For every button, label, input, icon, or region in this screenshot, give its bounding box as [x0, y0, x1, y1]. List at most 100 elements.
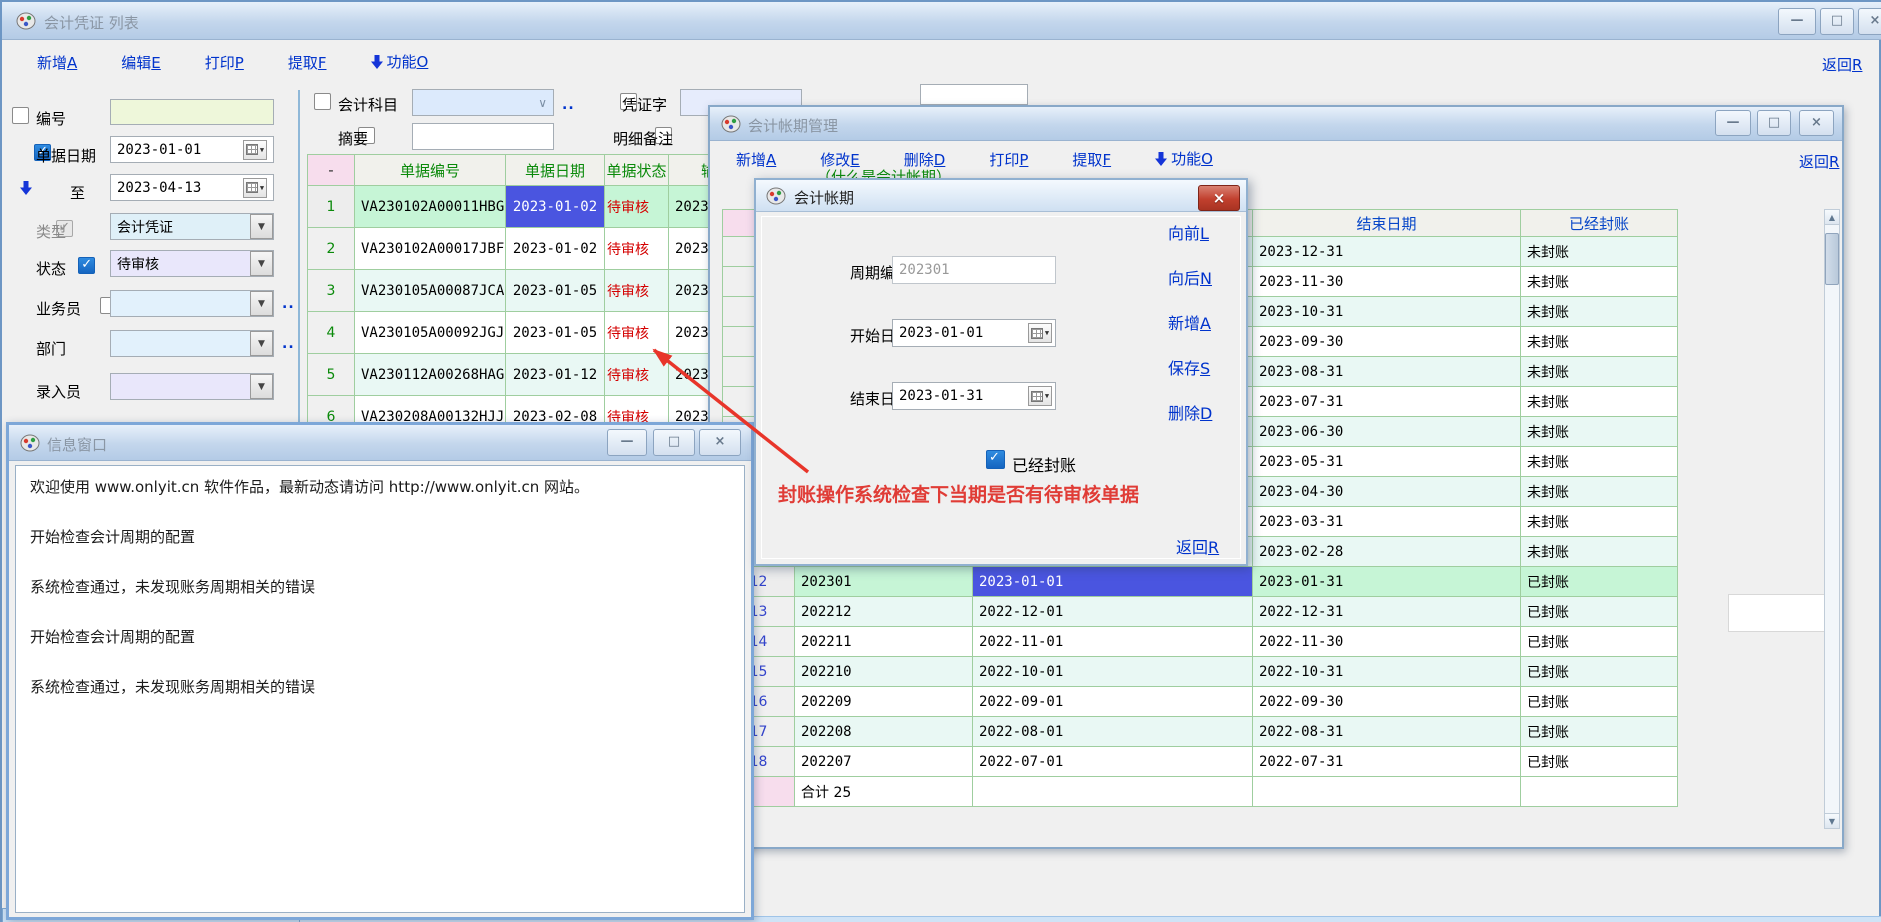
maximize-button[interactable]: □: [653, 429, 695, 456]
dropdown-icon[interactable]: ▼: [250, 374, 273, 399]
dialog-close-button[interactable]: ×: [1198, 185, 1240, 211]
down-arrow-icon: [20, 180, 32, 199]
luruyuan-combo[interactable]: ▼: [110, 373, 274, 400]
period-window-title: 会计帐期管理: [748, 115, 838, 136]
bianhao-label: 编号: [36, 108, 66, 129]
date-from-input[interactable]: 2023-01-01 ▼: [110, 136, 274, 163]
info-line: 开始检查会计周期的配置: [30, 526, 730, 547]
scroll-up-icon[interactable]: ▲: [1825, 210, 1839, 225]
minimize-button[interactable]: —: [1778, 8, 1816, 35]
extra-filter-input[interactable]: [920, 84, 1028, 105]
info-line: 系统检查通过，未发现账务周期相关的错误: [30, 576, 730, 597]
calendar-icon[interactable]: ▼: [243, 140, 267, 160]
calendar-icon[interactable]: ▼: [1028, 323, 1052, 343]
kemu-combo[interactable]: ∨: [412, 89, 554, 116]
dialog-side-link[interactable]: 保存S: [1168, 355, 1210, 379]
table-scrollbar[interactable]: ▲ ▼: [1824, 209, 1840, 829]
date-to-input[interactable]: 2023-04-13 ▼: [110, 174, 274, 201]
kemu-checkbox[interactable]: [314, 93, 331, 110]
app-icon: [765, 185, 787, 211]
dropdown-icon[interactable]: ▼: [250, 214, 273, 239]
zhaiyao-input[interactable]: [412, 123, 554, 150]
toolbar-link[interactable]: 功能O: [371, 51, 429, 73]
bianhao-checkbox[interactable]: [12, 107, 29, 124]
info-titlebar[interactable]: 信息窗口 — □ ×: [9, 425, 751, 461]
zhuangtai-checkbox[interactable]: [78, 257, 95, 274]
main-back-link[interactable]: 返回R: [1822, 54, 1862, 75]
app-icon: [15, 10, 37, 36]
closed-checkbox-label: 已经封账: [1012, 452, 1076, 476]
kemu-lookup-link[interactable]: ..: [562, 97, 575, 113]
maximize-button[interactable]: □: [1757, 110, 1791, 136]
toolbar-link[interactable]: 编辑E: [121, 52, 161, 73]
leixing-combo[interactable]: 会计凭证 ▼: [110, 213, 274, 240]
blank-panel: [1728, 594, 1836, 632]
dialog-side-link[interactable]: 向前L: [1168, 220, 1209, 244]
start-date-input[interactable]: 2023-01-01 ▼: [892, 319, 1056, 347]
dialog-side-link[interactable]: 向后N: [1168, 265, 1212, 289]
close-button[interactable]: ×: [1858, 8, 1881, 35]
zhuangtai-combo[interactable]: 待审核 ▼: [110, 250, 274, 277]
bumen-lookup-link[interactable]: ..: [282, 336, 295, 352]
toolbar-link[interactable]: 提取F: [1072, 149, 1111, 170]
main-titlebar[interactable]: 会计凭证 列表 — □ ×: [2, 2, 1881, 40]
toolbar-link[interactable]: 打印P: [989, 149, 1028, 170]
info-line: 欢迎使用 www.onlyit.cn 软件作品，最新动态请访问 http://w…: [30, 476, 730, 497]
calendar-icon[interactable]: ▼: [243, 178, 267, 198]
dropdown-icon[interactable]: ▼: [250, 251, 273, 276]
period-back-link[interactable]: 返回R: [1799, 151, 1839, 172]
yewuyuan-lookup-link[interactable]: ..: [282, 296, 295, 312]
minimize-button[interactable]: —: [1715, 110, 1751, 136]
mingxi-label: 明细备注: [613, 128, 673, 149]
dialog-back-link[interactable]: 返回R: [1176, 534, 1219, 558]
minimize-button[interactable]: —: [607, 429, 647, 456]
closed-checkbox[interactable]: [986, 450, 1005, 469]
yewuyuan-label: 业务员: [36, 298, 81, 319]
toolbar-link[interactable]: 打印P: [205, 52, 244, 73]
period-row[interactable]: 14 202211 2022-11-01 2022-11-30 已封账: [723, 627, 1678, 657]
chevron-down-icon: ∨: [538, 96, 547, 110]
period-row[interactable]: 15 202210 2022-10-01 2022-10-31 已封账: [723, 657, 1678, 687]
end-date-input[interactable]: 2023-01-31 ▼: [892, 382, 1056, 410]
down-arrow-icon: [1155, 152, 1167, 170]
yewuyuan-combo[interactable]: ▼: [110, 290, 274, 317]
dialog-links: 向前L 向后N 新增A 保存S 删除D: [1168, 220, 1228, 424]
toolbar-link[interactable]: 新增A: [736, 149, 776, 170]
info-window-title: 信息窗口: [47, 434, 107, 455]
period-row[interactable]: 13 202212 2022-12-01 2022-12-31 已封账: [723, 597, 1678, 627]
dropdown-icon[interactable]: ▼: [250, 331, 273, 356]
period-row[interactable]: 12 202301 2023-01-01 2023-01-31 已封账: [723, 567, 1678, 597]
period-total-row: 合计 25: [723, 777, 1678, 807]
dropdown-icon[interactable]: ▼: [250, 291, 273, 316]
period-row[interactable]: 16 202209 2022-09-01 2022-09-30 已封账: [723, 687, 1678, 717]
dialog-side-link[interactable]: 新增A: [1168, 310, 1211, 334]
info-window: 信息窗口 — □ × 欢迎使用 www.onlyit.cn 软件作品，最新动态请…: [6, 422, 754, 920]
info-line: 系统检查通过，未发现账务周期相关的错误: [30, 676, 730, 697]
dialog-side-link[interactable]: 删除D: [1168, 400, 1212, 424]
close-button[interactable]: ×: [1799, 110, 1834, 136]
leixing-label: 类型: [36, 221, 66, 242]
toolbar-link[interactable]: 提取F: [288, 52, 327, 73]
period-titlebar[interactable]: 会计帐期管理 — □ ×: [710, 107, 1842, 141]
filter-panel: 编号 单据日期 2023-01-01 ▼ 至 2023-04-13 ▼ 类型 会…: [2, 86, 298, 426]
bianhao-input[interactable]: [110, 99, 274, 125]
close-button[interactable]: ×: [699, 429, 741, 456]
toolbar-link[interactable]: 新增A: [37, 52, 77, 73]
main-window-title: 会计凭证 列表: [44, 12, 139, 33]
calendar-icon[interactable]: ▼: [1028, 386, 1052, 406]
main-toolbar: 新增A 编辑E 打印P 提取F 功能O: [37, 48, 472, 76]
annotation-text: 封账操作系统检查下当期是否有待审核单据: [778, 480, 1228, 507]
period-toolbar: 新增A修改E删除D打印P提取F功能O: [736, 145, 1257, 173]
bumen-combo[interactable]: ▼: [110, 330, 274, 357]
period-row[interactable]: 18 202207 2022-07-01 2022-07-31 已封账: [723, 747, 1678, 777]
scrollbar-thumb[interactable]: [1825, 233, 1839, 285]
maximize-button[interactable]: □: [1820, 8, 1854, 35]
info-content: 欢迎使用 www.onlyit.cn 软件作品，最新动态请访问 http://w…: [15, 465, 745, 913]
scroll-down-icon[interactable]: ▼: [1825, 813, 1839, 828]
dialog-title: 会计帐期: [794, 187, 854, 208]
dialog-titlebar[interactable]: 会计帐期 ×: [756, 180, 1246, 212]
period-row[interactable]: 17 202208 2022-08-01 2022-08-31 已封账: [723, 717, 1678, 747]
down-arrow-icon: [371, 55, 383, 73]
period-no-input[interactable]: 202301: [892, 256, 1056, 284]
toolbar-link[interactable]: 功能O: [1155, 148, 1213, 170]
